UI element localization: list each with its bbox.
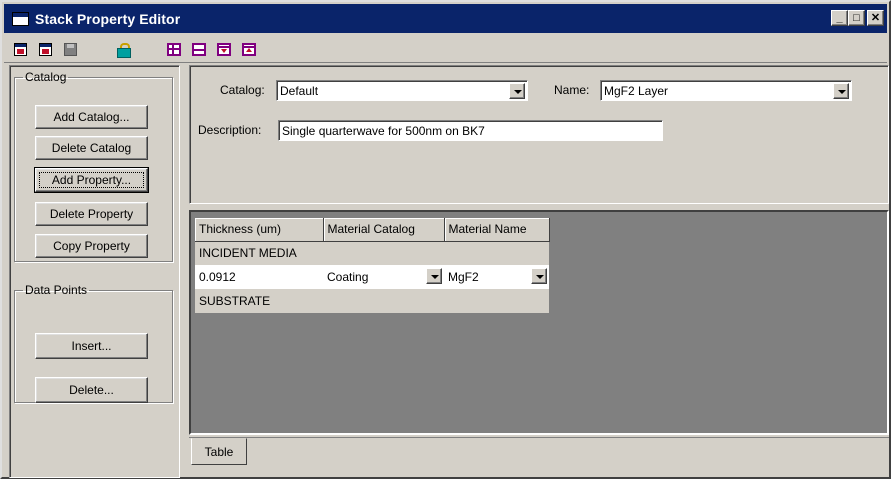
- chevron-down-icon[interactable]: [509, 83, 525, 99]
- description-value: Single quarterwave for 500nm on BK7: [282, 124, 485, 138]
- delete-button[interactable]: Delete...: [35, 377, 148, 403]
- catalog-group: Catalog Add Catalog... Delete Catalog Ad…: [14, 70, 173, 262]
- material-catalog-cell[interactable]: Coating: [323, 265, 444, 289]
- minimize-icon: _: [836, 11, 843, 24]
- stack-property-editor-window: Stack Property Editor _ □ ✕ Catalog Add …: [0, 0, 891, 479]
- property-form: Catalog: Default Name: MgF2 Layer Descri…: [189, 65, 889, 204]
- add-property-button[interactable]: Add Property...: [34, 167, 149, 193]
- insert-after-button[interactable]: [241, 42, 257, 57]
- data-points-group: Data Points Insert... Delete...: [14, 283, 173, 403]
- copy-property-button[interactable]: Copy Property: [35, 234, 148, 258]
- table-row: INCIDENT MEDIA: [195, 241, 549, 265]
- catalog-select-value: Default: [280, 84, 319, 98]
- insert-before-icon: [217, 43, 231, 56]
- save-icon: [63, 43, 77, 56]
- catalog-select[interactable]: Default: [276, 80, 528, 101]
- toolbar: [4, 35, 887, 63]
- append-row-icon: [192, 43, 206, 56]
- generate-button[interactable]: [12, 42, 28, 57]
- name-select-value: MgF2 Layer: [604, 84, 669, 98]
- close-button[interactable]: ✕: [867, 10, 884, 26]
- column-header-material-catalog[interactable]: Material Catalog: [323, 218, 445, 242]
- description-label: Description:: [198, 123, 262, 137]
- save-button[interactable]: [62, 42, 78, 57]
- material-name-cell[interactable]: MgF2: [444, 265, 549, 289]
- window-title: Stack Property Editor: [35, 10, 181, 27]
- thickness-cell[interactable]: 0.0912: [195, 265, 323, 289]
- lock-button[interactable]: [115, 42, 131, 58]
- generate-report-button[interactable]: [37, 42, 53, 57]
- insert-row-button[interactable]: [166, 42, 182, 57]
- incident-media-cell[interactable]: INCIDENT MEDIA: [195, 241, 549, 265]
- table-row: SUBSTRATE: [195, 289, 549, 313]
- close-icon: ✕: [870, 11, 881, 24]
- tab-table[interactable]: Table: [191, 438, 247, 465]
- stack-table: Thickness (um) Material Catalog Material…: [195, 218, 550, 313]
- catalog-label: Catalog:: [220, 83, 265, 97]
- delete-property-button[interactable]: Delete Property: [35, 202, 148, 226]
- description-field[interactable]: Single quarterwave for 500nm on BK7: [278, 120, 663, 141]
- chevron-down-icon[interactable]: [426, 268, 442, 284]
- column-header-thickness[interactable]: Thickness (um): [195, 218, 324, 242]
- append-row-button[interactable]: [191, 42, 207, 57]
- table-header-row: Thickness (um) Material Catalog Material…: [195, 218, 550, 242]
- maximize-button[interactable]: □: [848, 10, 865, 26]
- insert-row-icon: [167, 43, 181, 56]
- chevron-down-icon[interactable]: [833, 83, 849, 99]
- insert-after-icon: [242, 43, 256, 56]
- substrate-cell[interactable]: SUBSTRATE: [195, 289, 549, 313]
- column-header-material-name[interactable]: Material Name: [444, 218, 550, 242]
- insert-before-button[interactable]: [216, 42, 232, 57]
- delete-catalog-button[interactable]: Delete Catalog: [35, 136, 148, 160]
- title-bar[interactable]: Stack Property Editor _ □ ✕: [4, 4, 887, 33]
- tab-strip: Table: [189, 437, 889, 479]
- maximize-icon: □: [853, 11, 860, 24]
- material-name-value: MgF2: [448, 270, 479, 284]
- insert-button[interactable]: Insert...: [35, 333, 148, 359]
- generate-icon: [13, 43, 27, 56]
- window-controls: _ □ ✕: [831, 10, 884, 26]
- table-row: 0.0912 Coating MgF2: [195, 265, 549, 289]
- window-icon[interactable]: [12, 11, 29, 26]
- lock-icon: [117, 43, 131, 58]
- name-label: Name:: [554, 83, 590, 97]
- catalog-group-legend: Catalog: [25, 70, 67, 84]
- data-points-group-legend: Data Points: [25, 283, 88, 297]
- name-select[interactable]: MgF2 Layer: [600, 80, 852, 101]
- material-catalog-value: Coating: [327, 270, 369, 284]
- chevron-down-icon[interactable]: [531, 268, 547, 284]
- add-catalog-button[interactable]: Add Catalog...: [35, 105, 148, 129]
- stack-grid: Thickness (um) Material Catalog Material…: [189, 210, 889, 435]
- minimize-button[interactable]: _: [831, 10, 848, 26]
- left-panel: Catalog Add Catalog... Delete Catalog Ad…: [9, 65, 180, 478]
- generate-report-icon: [38, 43, 52, 56]
